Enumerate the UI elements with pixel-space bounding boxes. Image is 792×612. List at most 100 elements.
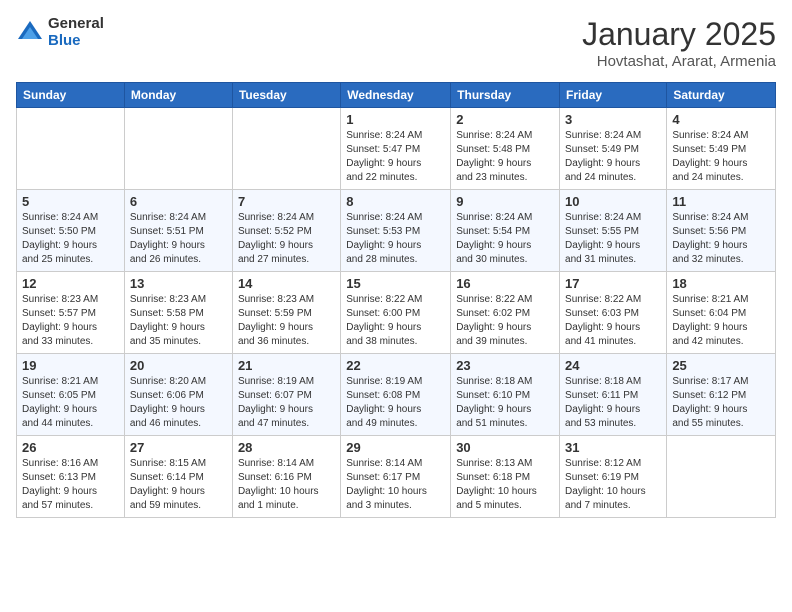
table-row: [17, 108, 125, 190]
week-row-5: 26 Sunrise: 8:16 AMSunset: 6:13 PMDayligh…: [17, 436, 776, 518]
table-row: 15 Sunrise: 8:22 AMSunset: 6:00 PMDayligh…: [341, 272, 451, 354]
table-row: 26 Sunrise: 8:16 AMSunset: 6:13 PMDayligh…: [17, 436, 125, 518]
day-info: Sunrise: 8:17 AMSunset: 6:12 PMDaylight:…: [672, 375, 770, 431]
day-info: Sunrise: 8:24 AMSunset: 5:51 PMDaylight:…: [130, 211, 227, 267]
table-row: 8 Sunrise: 8:24 AMSunset: 5:53 PMDaylight…: [341, 190, 451, 272]
week-row-3: 12 Sunrise: 8:23 AMSunset: 5:57 PMDayligh…: [17, 272, 776, 354]
table-row: 24Sunrise: 8:18 AMSunset: 6:11 PMDayligh…: [560, 354, 667, 436]
day-number: 30: [456, 440, 554, 455]
day-number: 18: [672, 276, 770, 291]
day-number: 4: [672, 112, 770, 127]
day-info: Sunrise: 8:22 AMSunset: 6:00 PMDaylight:…: [346, 293, 445, 349]
table-row: [232, 108, 340, 190]
table-row: [124, 108, 232, 190]
logo-text: General Blue: [48, 16, 104, 49]
table-row: 28Sunrise: 8:14 AMSunset: 6:16 PMDayligh…: [232, 436, 340, 518]
table-row: 1Sunrise: 8:24 AMSunset: 5:47 PMDaylight…: [341, 108, 451, 190]
day-info: Sunrise: 8:14 AMSunset: 6:17 PMDaylight:…: [346, 457, 445, 513]
day-number: 12: [22, 276, 119, 291]
table-row: 20 Sunrise: 8:20 AMSunset: 6:06 PMDayligh…: [124, 354, 232, 436]
table-row: 25 Sunrise: 8:17 AMSunset: 6:12 PMDayligh…: [667, 354, 776, 436]
day-number: 29: [346, 440, 445, 455]
day-info: Sunrise: 8:16 AMSunset: 6:13 PMDaylight:…: [22, 457, 119, 513]
day-info: Sunrise: 8:20 AMSunset: 6:06 PMDaylight:…: [130, 375, 227, 431]
table-row: 27 Sunrise: 8:15 AMSunset: 6:14 PMDayligh…: [124, 436, 232, 518]
table-row: 4 Sunrise: 8:24 AMSunset: 5:49 PMDaylight…: [667, 108, 776, 190]
logo-general-label: General: [48, 16, 104, 33]
day-number: 14: [238, 276, 335, 291]
day-info: Sunrise: 8:24 AMSunset: 5:55 PMDaylight:…: [565, 211, 661, 267]
page-header: General Blue January 2025 Hovtashat, Ara…: [16, 16, 776, 70]
day-info: Sunrise: 8:24 AMSunset: 5:54 PMDaylight:…: [456, 211, 554, 267]
day-number: 6: [130, 194, 227, 209]
col-tuesday: Tuesday: [232, 83, 340, 108]
day-number: 2: [456, 112, 554, 127]
table-row: 17 Sunrise: 8:22 AMSunset: 6:03 PMDayligh…: [560, 272, 667, 354]
table-row: 7Sunrise: 8:24 AMSunset: 5:52 PMDaylight…: [232, 190, 340, 272]
table-row: 19Sunrise: 8:21 AMSunset: 6:05 PMDayligh…: [17, 354, 125, 436]
day-number: 1: [346, 112, 445, 127]
day-info: Sunrise: 8:23 AMSunset: 5:58 PMDaylight:…: [130, 293, 227, 349]
day-number: 5: [22, 194, 119, 209]
day-number: 25: [672, 358, 770, 373]
day-number: 13: [130, 276, 227, 291]
table-row: 22Sunrise: 8:19 AMSunset: 6:08 PMDayligh…: [341, 354, 451, 436]
day-number: 21: [238, 358, 335, 373]
day-info: Sunrise: 8:21 AMSunset: 6:04 PMDaylight:…: [672, 293, 770, 349]
day-number: 9: [456, 194, 554, 209]
day-number: 26: [22, 440, 119, 455]
day-info: Sunrise: 8:24 AMSunset: 5:50 PMDaylight:…: [22, 211, 119, 267]
day-info: Sunrise: 8:22 AMSunset: 6:02 PMDaylight:…: [456, 293, 554, 349]
col-monday: Monday: [124, 83, 232, 108]
table-row: 14 Sunrise: 8:23 AMSunset: 5:59 PMDayligh…: [232, 272, 340, 354]
logo-icon: [16, 19, 44, 47]
day-number: 31: [565, 440, 661, 455]
day-info: Sunrise: 8:23 AMSunset: 5:59 PMDaylight:…: [238, 293, 335, 349]
month-title: January 2025: [582, 16, 776, 53]
table-row: 11Sunrise: 8:24 AMSunset: 5:56 PMDayligh…: [667, 190, 776, 272]
title-block: January 2025 Hovtashat, Ararat, Armenia: [582, 16, 776, 70]
day-info: Sunrise: 8:19 AMSunset: 6:07 PMDaylight:…: [238, 375, 335, 431]
day-number: 3: [565, 112, 661, 127]
table-row: 6 Sunrise: 8:24 AMSunset: 5:51 PMDaylight…: [124, 190, 232, 272]
day-info: Sunrise: 8:18 AMSunset: 6:11 PMDaylight:…: [565, 375, 661, 431]
logo-blue-label: Blue: [48, 33, 104, 50]
table-row: 2 Sunrise: 8:24 AMSunset: 5:48 PMDaylight…: [451, 108, 560, 190]
table-row: 3 Sunrise: 8:24 AMSunset: 5:49 PMDaylight…: [560, 108, 667, 190]
table-row: 23 Sunrise: 8:18 AMSunset: 6:10 PMDayligh…: [451, 354, 560, 436]
day-info: Sunrise: 8:23 AMSunset: 5:57 PMDaylight:…: [22, 293, 119, 349]
day-number: 27: [130, 440, 227, 455]
col-thursday: Thursday: [451, 83, 560, 108]
table-row: 13 Sunrise: 8:23 AMSunset: 5:58 PMDayligh…: [124, 272, 232, 354]
day-info: Sunrise: 8:18 AMSunset: 6:10 PMDaylight:…: [456, 375, 554, 431]
day-number: 17: [565, 276, 661, 291]
day-info: Sunrise: 8:24 AMSunset: 5:49 PMDaylight:…: [565, 129, 661, 185]
day-info: Sunrise: 8:15 AMSunset: 6:14 PMDaylight:…: [130, 457, 227, 513]
day-number: 7: [238, 194, 335, 209]
day-info: Sunrise: 8:24 AMSunset: 5:48 PMDaylight:…: [456, 129, 554, 185]
col-friday: Friday: [560, 83, 667, 108]
table-row: 9 Sunrise: 8:24 AMSunset: 5:54 PMDaylight…: [451, 190, 560, 272]
day-info: Sunrise: 8:24 AMSunset: 5:56 PMDaylight:…: [672, 211, 770, 267]
day-info: Sunrise: 8:13 AMSunset: 6:18 PMDaylight:…: [456, 457, 554, 513]
table-row: 29 Sunrise: 8:14 AMSunset: 6:17 PMDayligh…: [341, 436, 451, 518]
table-row: 21 Sunrise: 8:19 AMSunset: 6:07 PMDayligh…: [232, 354, 340, 436]
day-number: 23: [456, 358, 554, 373]
day-number: 15: [346, 276, 445, 291]
col-saturday: Saturday: [667, 83, 776, 108]
day-number: 10: [565, 194, 661, 209]
day-number: 20: [130, 358, 227, 373]
table-row: 31Sunrise: 8:12 AMSunset: 6:19 PMDayligh…: [560, 436, 667, 518]
col-wednesday: Wednesday: [341, 83, 451, 108]
day-info: Sunrise: 8:24 AMSunset: 5:49 PMDaylight:…: [672, 129, 770, 185]
week-row-4: 19Sunrise: 8:21 AMSunset: 6:05 PMDayligh…: [17, 354, 776, 436]
table-row: 18 Sunrise: 8:21 AMSunset: 6:04 PMDayligh…: [667, 272, 776, 354]
day-number: 16: [456, 276, 554, 291]
table-row: 30 Sunrise: 8:13 AMSunset: 6:18 PMDayligh…: [451, 436, 560, 518]
location-label: Hovtashat, Ararat, Armenia: [582, 53, 776, 70]
day-info: Sunrise: 8:24 AMSunset: 5:53 PMDaylight:…: [346, 211, 445, 267]
day-info: Sunrise: 8:22 AMSunset: 6:03 PMDaylight:…: [565, 293, 661, 349]
table-row: [667, 436, 776, 518]
day-number: 8: [346, 194, 445, 209]
day-number: 22: [346, 358, 445, 373]
